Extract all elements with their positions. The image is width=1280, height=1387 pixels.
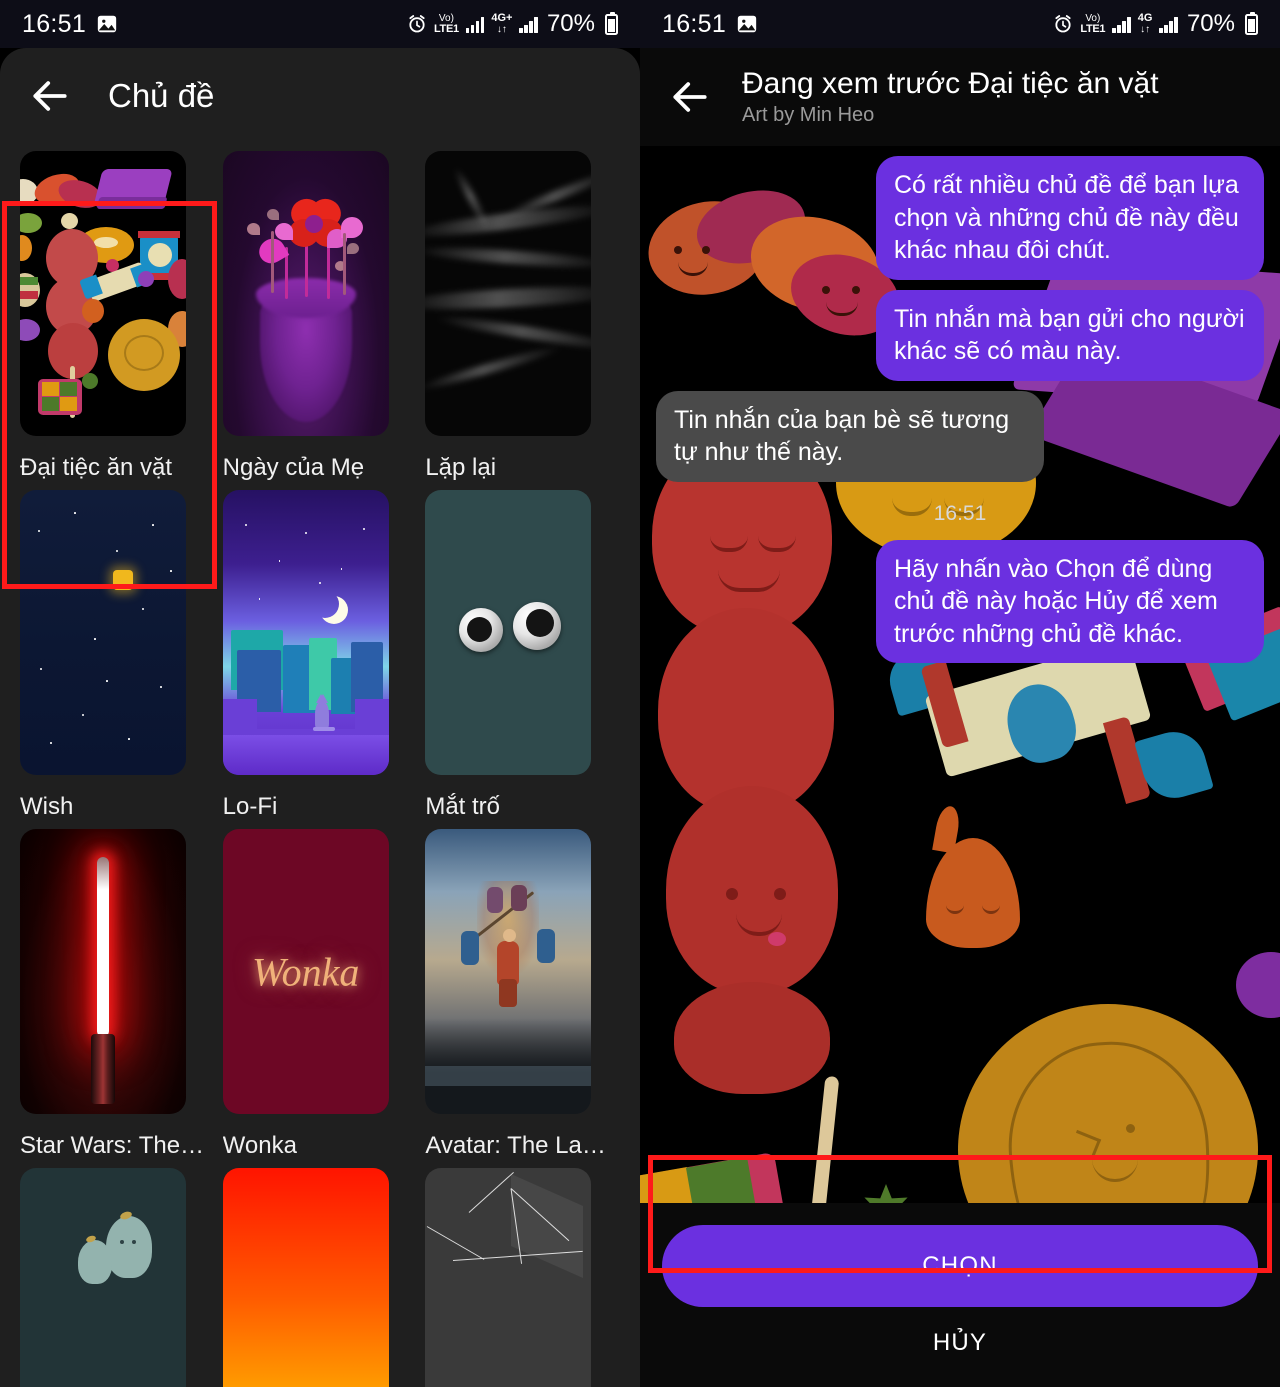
signal-bars-sim2 — [519, 16, 538, 33]
theme-thumbnail-star-wars — [20, 829, 186, 1114]
signal-bars-sim2 — [1159, 16, 1178, 33]
theme-label: Wish — [20, 793, 74, 820]
wonka-logo: Wonka — [251, 949, 360, 994]
preview-chat-thread: Có rất nhiều chủ đề để bạn lựa chọn và n… — [640, 146, 1280, 673]
status-time: 16:51 — [662, 9, 727, 38]
theme-thumbnail-wireframe — [425, 1168, 592, 1387]
chat-bubble-outgoing: Tin nhắn mà bạn gửi cho người khác sẽ có… — [876, 289, 1264, 381]
theme-card-star-wars[interactable]: Star Wars: The… — [20, 821, 215, 1160]
theme-label: Đại tiệc ăn vặt — [20, 454, 173, 481]
status-time: 16:51 — [22, 9, 87, 38]
theme-grid: Đại tiệc ăn vặt Ngày của Mẹ Lặp lại Wish… — [0, 143, 640, 1387]
alarm-icon — [407, 14, 427, 34]
right-phone-panel: 16:51 Vo) LTE1 4G ↓↑ 70% Đang xem trước … — [640, 0, 1280, 1387]
theme-card-wireframe[interactable] — [425, 1160, 620, 1387]
themes-screen: Chủ đề Đại tiệc ăn vặt Ngày của Mẹ Lặp l… — [0, 48, 640, 1387]
select-theme-button[interactable]: CHỌN — [662, 1225, 1258, 1307]
volte-indicator: Vo) LTE1 — [433, 12, 459, 35]
googly-eye-left-icon — [459, 608, 504, 652]
network-type-indicator: 4G+ ↓↑ — [491, 11, 513, 35]
right-app-bar: Đang xem trước Đại tiệc ăn vặt Art by Mi… — [640, 48, 1280, 146]
cancel-button[interactable]: HỦY — [662, 1329, 1258, 1357]
network-type-indicator: 4G ↓↑ — [1137, 11, 1153, 35]
theme-card-lofi[interactable]: Lo-Fi — [222, 482, 418, 821]
photo-icon — [736, 13, 758, 35]
theme-thumbnail-lofi — [222, 490, 389, 775]
left-app-bar: Chủ đề — [0, 48, 640, 143]
status-bar-right: 16:51 Vo) LTE1 4G ↓↑ 70% — [640, 0, 1280, 48]
lightsaber-hilt — [91, 1034, 115, 1104]
status-bar-left: 16:51 Vo) LTE1 4G+ ↓↑ 70% — [0, 0, 640, 48]
left-phone-panel: 16:51 Vo) LTE1 4G+ ↓↑ 70% Chủ đề Đại tiệ… — [0, 0, 640, 1387]
theme-card-snack[interactable]: Đại tiệc ăn vặt — [20, 143, 215, 482]
battery-percent: 70% — [546, 10, 595, 37]
theme-thumbnail-mother — [222, 151, 389, 436]
chat-bubble-outgoing: Có rất nhiều chủ đề để bạn lựa chọn và n… — [876, 156, 1264, 280]
theme-card-wish[interactable]: Wish — [20, 482, 215, 821]
theme-label: Lo-Fi — [222, 793, 278, 820]
theme-label: Wonka — [222, 1132, 297, 1159]
theme-thumbnail-repeat — [425, 151, 592, 436]
theme-card-googly-eyes[interactable]: Mắt trố — [425, 482, 620, 821]
theme-thumbnail-wonka: Wonka — [222, 829, 389, 1114]
lightsaber-blade — [97, 857, 109, 1037]
chat-bubble-outgoing: Hãy nhấn vào Chọn để dùng chủ đề này hoặ… — [876, 539, 1264, 663]
preview-action-bar: CHỌN HỦY — [640, 1203, 1280, 1387]
theme-card-avatar[interactable]: Avatar: The La… — [425, 821, 620, 1160]
photo-icon — [96, 13, 118, 35]
battery-icon — [605, 11, 618, 35]
theme-label: Ngày của Mẹ — [222, 454, 365, 481]
theme-thumbnail-sunset — [222, 1168, 389, 1387]
volte-indicator: Vo) LTE1 — [1080, 12, 1106, 35]
signal-bars-sim1 — [1112, 16, 1131, 33]
theme-card-mother[interactable]: Ngày của Mẹ — [222, 143, 418, 482]
theme-label: Star Wars: The… — [20, 1132, 205, 1159]
chat-bubble-incoming: Tin nhắn của bạn bè sẽ tương tự như thế … — [656, 390, 1044, 482]
battery-percent: 70% — [1186, 10, 1235, 37]
theme-thumbnail-snack — [20, 151, 186, 436]
signal-bars-sim1 — [465, 16, 485, 33]
preview-title: Đang xem trước Đại tiệc ăn vặt — [742, 66, 1159, 100]
theme-label: Avatar: The La… — [425, 1132, 606, 1159]
theme-thumbnail-avatar — [425, 829, 592, 1114]
theme-thumbnail-wish — [20, 490, 186, 775]
theme-thumbnail-ghost — [20, 1168, 186, 1387]
theme-label: Lặp lại — [425, 454, 497, 481]
googly-eye-right-icon — [513, 602, 562, 650]
back-arrow-icon[interactable] — [28, 74, 72, 118]
dual-screenshot: 16:51 Vo) LTE1 4G+ ↓↑ 70% Chủ đề Đại tiệ… — [0, 0, 1280, 1387]
theme-card-ghost[interactable] — [20, 1160, 215, 1387]
back-arrow-icon[interactable] — [668, 75, 712, 119]
preview-artist-credit: Art by Min Heo — [742, 104, 875, 127]
alarm-icon — [1053, 14, 1073, 34]
page-title: Chủ đề — [108, 76, 215, 114]
theme-thumbnail-googly-eyes — [425, 490, 592, 775]
chat-timestamp: 16:51 — [933, 501, 987, 525]
theme-card-repeat[interactable]: Lặp lại — [425, 143, 620, 482]
theme-card-sunset[interactable] — [222, 1160, 418, 1387]
theme-card-wonka[interactable]: Wonka Wonka — [222, 821, 418, 1160]
theme-preview-screen: Đang xem trước Đại tiệc ăn vặt Art by Mi… — [640, 48, 1280, 1387]
theme-label: Mắt trố — [425, 793, 501, 820]
battery-icon — [1245, 11, 1258, 35]
